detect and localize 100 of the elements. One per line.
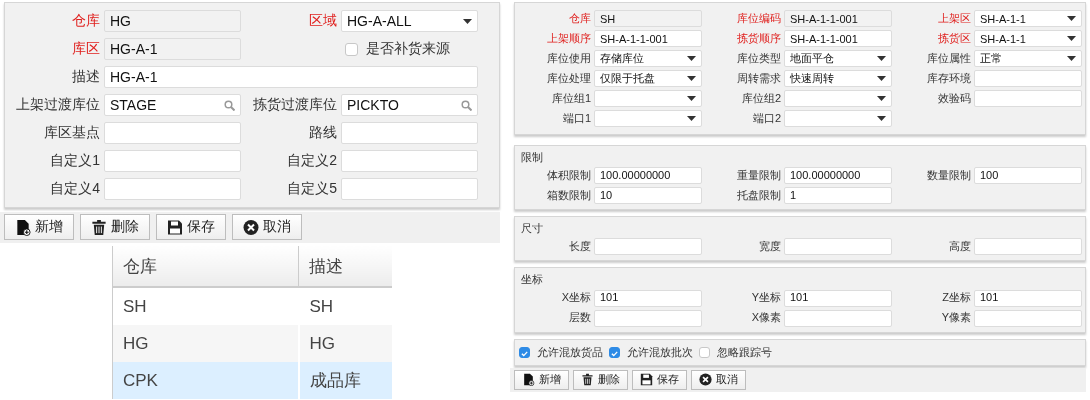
text-field[interactable] [594,309,702,327]
checkbox-label: 忽略跟踪号 [717,345,772,359]
text-field[interactable] [104,150,241,172]
field-label: 库位组2 [740,91,781,106]
text-field[interactable] [784,309,892,327]
text-field[interactable]: 100 [974,167,1082,185]
table-row[interactable]: CPK 成品库 [112,362,392,399]
text-field[interactable]: SH [594,10,702,27]
search-field[interactable]: PICKTO [341,94,478,116]
field-label: 描述 [71,68,100,86]
document-icon [15,218,31,236]
field-label: 宽度 [758,240,781,254]
field-label: 路线 [308,124,337,142]
toolbar-button[interactable]: 删除 [573,369,628,390]
text-field[interactable] [974,238,1082,256]
text-field[interactable]: HG-A-1 [104,38,241,60]
field-label: 库位处理 [546,71,591,86]
text-field[interactable]: 101 [594,289,702,307]
text-field[interactable] [341,178,478,200]
field-label: 上架区 [937,11,971,26]
field-label: 库位类型 [736,51,781,66]
dropdown[interactable] [594,110,702,127]
text-field[interactable]: 100.00000000 [594,167,702,185]
text-field[interactable] [784,238,892,256]
field-label: 箱数限制 [546,189,591,203]
table-row[interactable]: HG HG [112,325,392,362]
toolbar-button[interactable]: 新增 [4,214,74,240]
text-field[interactable] [974,309,1082,327]
caret-icon [687,56,696,61]
text-field[interactable]: 10 [594,187,702,205]
dropdown[interactable]: SH-A-1-1 [974,30,1082,47]
dropdown[interactable]: 地面平仓 [784,50,892,67]
table-cell: CPK [112,362,299,399]
text-field[interactable]: SH-A-1-1-001 [784,10,892,27]
document-icon [522,373,535,387]
section-title: 限制 [520,151,544,165]
dropdown[interactable]: 存储库位 [594,50,702,67]
text-field[interactable] [341,122,478,144]
text-field[interactable]: HG-A-1 [104,66,478,88]
field-label: 库区基点 [43,124,100,142]
field-label: Z坐标 [941,291,971,305]
section-title: 坐标 [520,273,544,288]
close-icon [699,373,712,387]
dropdown[interactable]: 仅限于托盘 [594,70,702,87]
text-field[interactable]: 1 [784,187,892,205]
checkbox-label: 允许混放批次 [627,345,693,359]
search-icon [224,99,235,111]
text-field[interactable]: 100.00000000 [784,167,892,185]
text-field[interactable]: 101 [974,289,1082,307]
toolbar-button[interactable]: 保存 [156,214,226,240]
field-label: X坐标 [560,291,591,305]
column-header[interactable]: 仓库 [112,246,299,287]
toolbar-button[interactable]: 取消 [691,369,746,390]
checkbox[interactable] [699,346,710,358]
toolbar-button[interactable]: 保存 [632,369,687,390]
field-label: 自定义1 [49,152,100,170]
field-label: 仓库 [71,12,100,30]
text-field[interactable] [974,90,1082,107]
toolbar-button[interactable]: 取消 [232,214,302,240]
column-header[interactable]: 描述 [298,246,392,287]
text-field[interactable]: SH-A-1-1-001 [594,30,702,47]
text-field[interactable] [594,238,702,256]
text-field[interactable]: HG [104,10,241,32]
table-cell: HG [298,325,392,362]
dropdown[interactable] [594,90,702,107]
field-label: 仓库 [568,11,591,26]
checkbox[interactable] [609,346,620,358]
checkbox-label: 允许混放货品 [537,345,603,359]
toolbar-button[interactable]: 新增 [514,369,569,390]
trash-icon [581,373,594,387]
checkbox[interactable] [519,346,530,358]
caret-icon [1067,56,1076,61]
search-field[interactable]: STAGE [104,94,241,116]
field-label: 拣货区 [937,31,971,46]
dropdown[interactable]: 正常 [974,50,1082,67]
caret-icon [463,18,472,24]
toolbar-button[interactable]: 删除 [80,214,150,240]
dropdown[interactable] [784,90,892,107]
caret-icon [687,76,696,81]
field-label: 库存环境 [926,71,971,86]
dropdown[interactable] [784,110,892,127]
dropdown[interactable]: 快速周转 [784,70,892,87]
text-field[interactable] [104,178,241,200]
field-label: 体积限制 [546,169,591,183]
text-field[interactable]: SH-A-1-1-001 [784,30,892,47]
text-field[interactable] [974,70,1082,87]
text-field[interactable] [104,122,241,144]
field-label: 库位使用 [546,51,591,66]
field-label: 区域 [308,12,337,30]
caret-icon [1067,16,1076,21]
field-label: 自定义5 [286,180,337,198]
close-icon [243,218,259,236]
field-label: 拣货顺序 [736,31,781,46]
text-field[interactable] [341,150,478,172]
caret-icon [877,96,886,101]
table-cell: 成品库 [298,362,392,399]
dropdown[interactable]: SH-A-1-1 [974,10,1082,27]
checkbox[interactable] [345,42,358,56]
text-field[interactable]: 101 [784,289,892,307]
dropdown[interactable]: HG-A-ALL [341,10,478,32]
